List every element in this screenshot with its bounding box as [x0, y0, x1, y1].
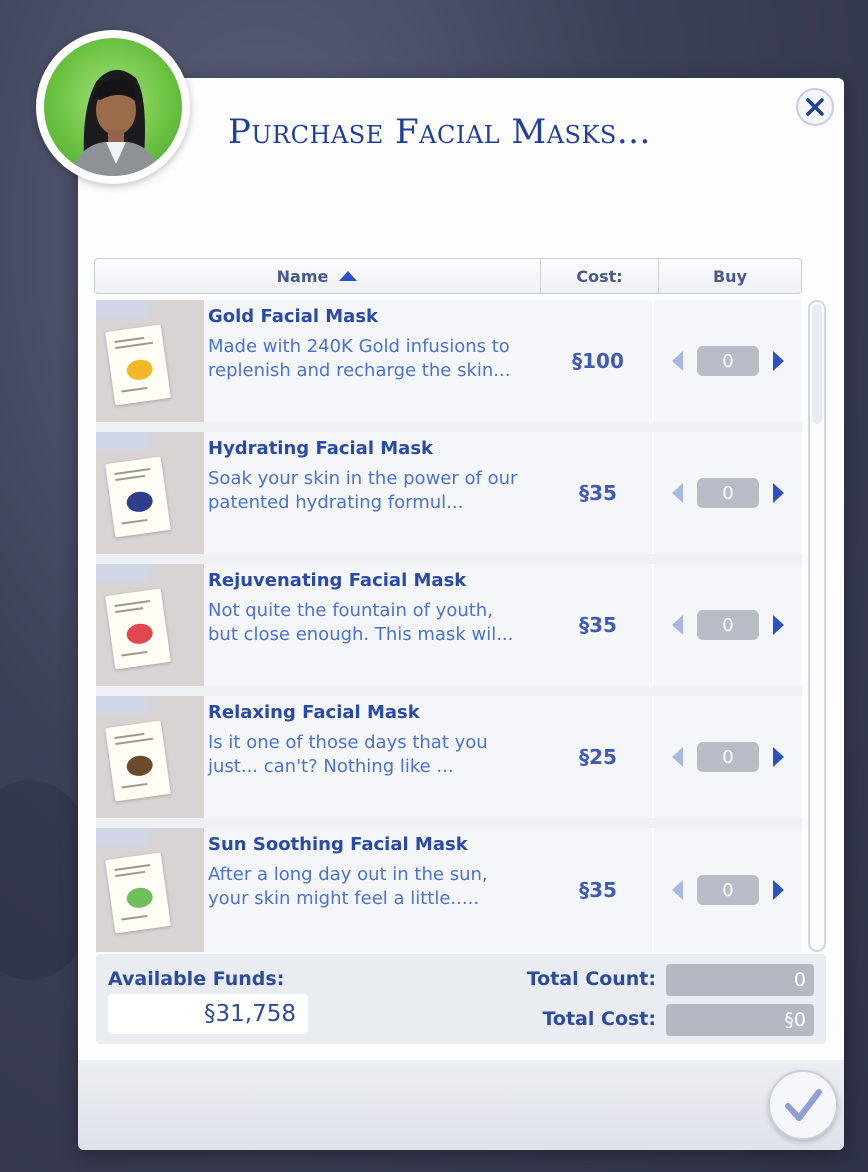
confirm-button[interactable]	[768, 1070, 838, 1140]
close-icon	[806, 98, 824, 116]
column-header-cost[interactable]: Cost:	[541, 259, 659, 293]
item-thumbnail	[96, 300, 204, 422]
decrease-arrow-icon[interactable]	[672, 880, 683, 900]
item-list: Gold Facial Mask Made with 240K Gold inf…	[96, 300, 802, 952]
column-buy-label: Buy	[712, 266, 747, 286]
quantity-stepper: 0	[654, 300, 802, 422]
increase-arrow-icon[interactable]	[773, 615, 784, 635]
item-cost: §100	[544, 300, 654, 422]
item-description: Soak your skin in the power of our patent…	[208, 468, 518, 513]
item-cost: §35	[544, 564, 654, 686]
item-name: Rejuvenating Facial Mask	[208, 570, 467, 591]
increase-arrow-icon[interactable]	[773, 880, 784, 900]
total-cost-value: §0	[666, 1004, 814, 1036]
quantity-field[interactable]: 0	[697, 346, 759, 376]
quantity-stepper: 0	[654, 696, 802, 818]
dialog-footer-bar	[78, 1060, 844, 1150]
increase-arrow-icon[interactable]	[773, 483, 784, 503]
list-item[interactable]: Rejuvenating Facial Mask Not quite the f…	[96, 564, 802, 686]
item-description: Is it one of those days that you just... …	[208, 732, 488, 777]
list-item[interactable]: Gold Facial Mask Made with 240K Gold inf…	[96, 300, 802, 422]
checkmark-icon	[785, 1089, 822, 1121]
sim-avatar-icon	[70, 69, 160, 176]
list-scrollbar[interactable]	[808, 300, 826, 952]
table-header: Name Cost: Buy	[94, 258, 802, 294]
item-cost: §25	[544, 696, 654, 818]
quantity-field[interactable]: 0	[697, 742, 759, 772]
column-cost-label: Cost:	[576, 266, 623, 286]
sort-ascending-icon	[339, 271, 358, 281]
item-thumbnail	[96, 564, 204, 686]
item-name: Relaxing Facial Mask	[208, 702, 420, 723]
increase-arrow-icon[interactable]	[773, 747, 784, 767]
dialog-title: Purchase Facial Masks...	[228, 112, 651, 152]
item-description: After a long day out in the sun, your ski…	[208, 864, 488, 909]
mask-package-icon	[105, 720, 171, 802]
decrease-arrow-icon[interactable]	[672, 747, 683, 767]
item-description: Made with 240K Gold infusions to replenis…	[208, 336, 511, 381]
total-count-label: Total Count:	[526, 968, 656, 990]
item-thumbnail	[96, 696, 204, 818]
quantity-field[interactable]: 0	[697, 478, 759, 508]
quantity-field[interactable]: 0	[697, 610, 759, 640]
item-thumbnail	[96, 432, 204, 554]
list-item[interactable]: Hydrating Facial Mask Soak your skin in …	[96, 432, 802, 554]
close-button[interactable]	[796, 88, 834, 126]
item-name: Hydrating Facial Mask	[208, 438, 433, 459]
mask-package-icon	[105, 324, 171, 406]
mask-package-icon	[105, 588, 171, 670]
mask-package-icon	[105, 852, 171, 934]
decrease-arrow-icon[interactable]	[672, 483, 683, 503]
quantity-stepper: 0	[654, 432, 802, 554]
column-header-buy[interactable]: Buy	[659, 259, 801, 293]
item-name: Sun Soothing Facial Mask	[208, 834, 468, 855]
column-header-name[interactable]: Name	[95, 259, 541, 293]
increase-arrow-icon[interactable]	[773, 351, 784, 371]
list-item[interactable]: Sun Soothing Facial Mask After a long da…	[96, 828, 802, 952]
item-cost: §35	[544, 828, 654, 952]
item-cost: §35	[544, 432, 654, 554]
purchase-summary: Available Funds: §31,758 Total Count: 0 …	[96, 954, 826, 1044]
available-funds-label: Available Funds:	[108, 968, 285, 990]
mask-package-icon	[105, 456, 171, 538]
item-name: Gold Facial Mask	[208, 306, 379, 327]
decrease-arrow-icon[interactable]	[672, 615, 683, 635]
item-thumbnail	[96, 828, 204, 952]
available-funds-value: §31,758	[108, 994, 308, 1034]
total-count-value: 0	[666, 964, 814, 996]
column-name-label: Name	[276, 266, 329, 286]
quantity-stepper: 0	[654, 564, 802, 686]
quantity-stepper: 0	[654, 828, 802, 952]
sim-portrait	[36, 30, 190, 184]
decrease-arrow-icon[interactable]	[672, 351, 683, 371]
scrollbar-thumb[interactable]	[812, 304, 822, 424]
total-cost-label: Total Cost:	[542, 1008, 656, 1030]
avatar	[44, 38, 182, 176]
item-description: Not quite the fountain of youth, but clos…	[208, 600, 514, 645]
quantity-field[interactable]: 0	[697, 875, 759, 905]
list-item[interactable]: Relaxing Facial Mask Is it one of those …	[96, 696, 802, 818]
